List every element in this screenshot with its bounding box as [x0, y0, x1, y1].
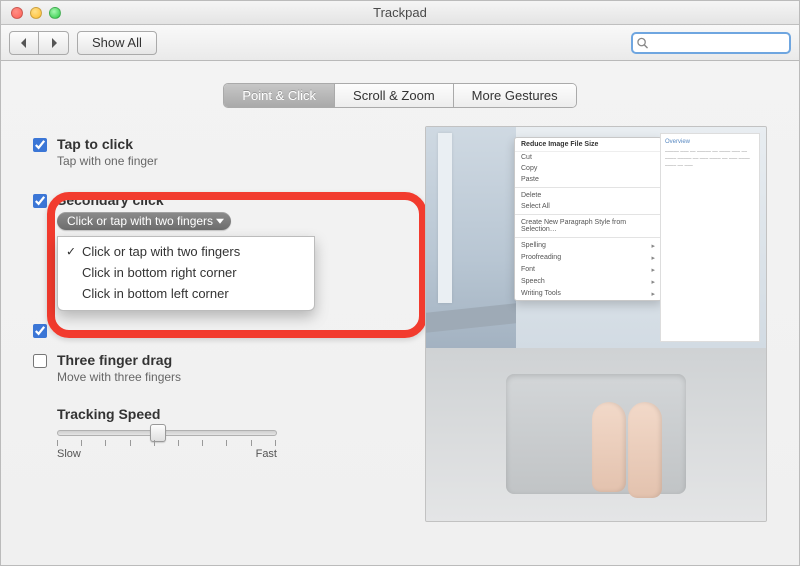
tab-bar: Point & Click Scroll & Zoom More Gesture… — [1, 61, 799, 126]
preview-document: Overview ––––– ––– –– ––––– –– –––– ––– … — [660, 133, 760, 342]
tracking-speed-group: Tracking Speed — [33, 406, 413, 460]
gesture-preview: Reduce Image File Size Cut Copy Paste De… — [425, 126, 767, 522]
tab-scroll-zoom[interactable]: Scroll & Zoom — [335, 84, 454, 107]
search-icon — [637, 37, 648, 48]
three-finger-drag-checkbox[interactable] — [33, 354, 47, 368]
tracking-speed-title: Tracking Speed — [57, 406, 413, 422]
secondary-click-selected: Click or tap with two fingers — [67, 214, 213, 228]
preview-fingers — [592, 402, 662, 498]
secondary-click-title: Secondary click — [57, 192, 231, 208]
look-up-checkbox[interactable] — [33, 324, 47, 338]
tracking-speed-slider[interactable] — [57, 430, 277, 436]
preview-menu-item: Proofreading▸ — [515, 252, 661, 264]
chevron-down-icon — [216, 219, 224, 224]
preview-menu-item: Font▸ — [515, 264, 661, 276]
preview-menu-item: Speech▸ — [515, 276, 661, 288]
preview-trackpad — [506, 374, 686, 494]
preview-context-menu: Reduce Image File Size Cut Copy Paste De… — [514, 137, 662, 301]
preview-menu-item: Select All — [515, 201, 661, 212]
search-field-wrap — [631, 32, 791, 54]
preview-screen: Reduce Image File Size Cut Copy Paste De… — [426, 127, 766, 348]
toolbar: Show All — [1, 25, 799, 61]
show-all-button[interactable]: Show All — [77, 31, 157, 55]
finger-icon — [592, 402, 626, 492]
finger-icon — [628, 402, 662, 498]
content-area: Point & Click Scroll & Zoom More Gesture… — [1, 61, 799, 565]
tab-more-gestures[interactable]: More Gestures — [454, 84, 576, 107]
chevron-right-icon — [49, 38, 59, 48]
slider-label-slow: Slow — [57, 448, 81, 460]
preview-doc-heading: Overview — [665, 138, 755, 146]
secondary-click-checkbox[interactable] — [33, 194, 47, 208]
preview-menu-item: Cut — [515, 152, 661, 163]
back-button[interactable] — [9, 31, 39, 55]
preview-menu-header: Reduce Image File Size — [515, 138, 661, 152]
checkmark-icon: ✓ — [66, 244, 76, 258]
option-secondary-click: Secondary click Click or tap with two fi… — [33, 182, 413, 230]
secondary-click-dropdown[interactable]: Click or tap with two fingers — [57, 212, 231, 230]
secondary-menu-item-two-fingers[interactable]: ✓ Click or tap with two fingers — [58, 241, 314, 262]
preview-trackpad-area — [426, 348, 766, 521]
preview-menu-item: Copy — [515, 163, 661, 174]
tap-to-click-checkbox[interactable] — [33, 138, 47, 152]
options-column: Tap to click Tap with one finger Seconda… — [33, 126, 413, 522]
prefs-window: Trackpad Show All Point & Click Scroll &… — [0, 0, 800, 566]
secondary-click-menu: ✓ Click or tap with two fingers Click in… — [57, 236, 315, 311]
nav-buttons — [9, 31, 69, 55]
tab-point-click[interactable]: Point & Click — [224, 84, 335, 107]
preview-menu-item: Writing Tools▸ — [515, 288, 661, 300]
secondary-menu-item-bottom-left[interactable]: Click in bottom left corner — [58, 283, 314, 304]
option-three-finger-drag: Three finger drag Move with three finger… — [33, 342, 413, 398]
preview-menu-item: Spelling▸ — [515, 240, 661, 252]
three-finger-drag-title: Three finger drag — [57, 352, 181, 368]
preview-image — [426, 127, 516, 348]
option-tap-to-click: Tap to click Tap with one finger — [33, 126, 413, 182]
secondary-menu-item-bottom-right[interactable]: Click in bottom right corner — [58, 262, 314, 283]
search-input[interactable] — [631, 32, 791, 54]
preview-menu-item: Paste — [515, 174, 661, 185]
window-title: Trackpad — [1, 5, 799, 20]
preview-menu-item: Delete — [515, 190, 661, 201]
slider-label-fast: Fast — [256, 448, 277, 460]
tap-to-click-sub: Tap with one finger — [57, 154, 158, 168]
tap-to-click-title: Tap to click — [57, 136, 158, 152]
titlebar: Trackpad — [1, 1, 799, 25]
slider-thumb[interactable] — [150, 424, 166, 442]
three-finger-drag-sub: Move with three fingers — [57, 370, 181, 384]
preview-menu-item: Create New Paragraph Style from Selectio… — [515, 217, 661, 235]
forward-button[interactable] — [39, 31, 69, 55]
chevron-left-icon — [19, 38, 29, 48]
